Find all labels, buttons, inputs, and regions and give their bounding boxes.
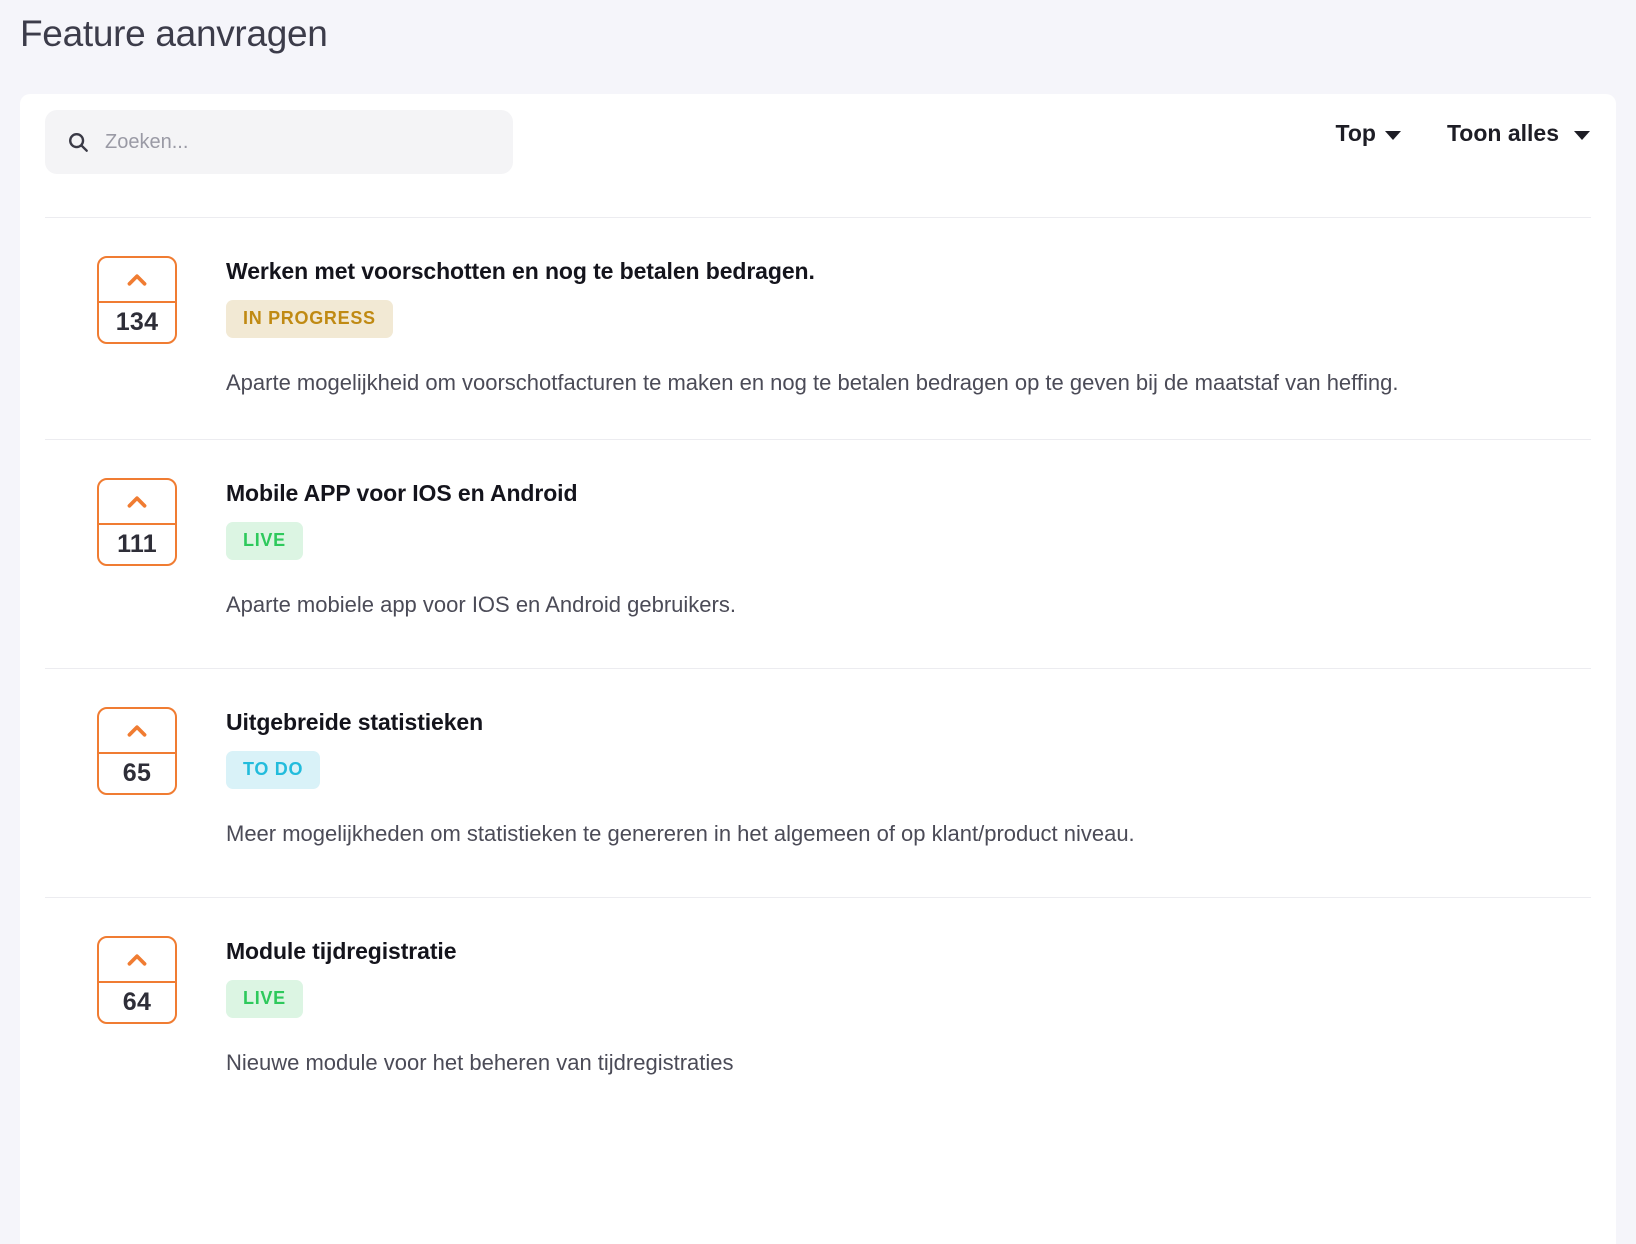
vote-button[interactable]: 64	[97, 936, 177, 1024]
feature-description: Nieuwe module voor het beheren van tijdr…	[226, 1050, 734, 1075]
caret-down-icon	[1574, 131, 1590, 140]
feature-requests-page: Feature aanvragen Top Toon al	[0, 0, 1636, 1244]
vote-button[interactable]: 134	[97, 256, 177, 344]
feature-row[interactable]: 111 Mobile APP voor IOS en Android LIVE …	[20, 440, 1616, 624]
status-badge: IN PROGRESS	[226, 300, 393, 338]
feature-requests-card: Top Toon alles 134 Wer	[20, 94, 1616, 1244]
feature-row[interactable]: 65 Uitgebreide statistieken TO DO Meer m…	[20, 669, 1616, 853]
filter-dropdown-label: Toon alles	[1446, 120, 1559, 146]
feature-description: Meer mogelijkheden om statistieken te ge…	[226, 821, 1135, 846]
status-badge: LIVE	[226, 522, 303, 560]
vote-count: 65	[122, 759, 152, 787]
vote-count: 111	[117, 530, 157, 558]
feature-title[interactable]: Module tijdregistratie	[226, 936, 1591, 966]
toolbar-controls: Top Toon alles	[1336, 120, 1590, 147]
feature-row[interactable]: 64 Module tijdregistratie LIVE Nieuwe mo…	[20, 898, 1616, 1082]
vote-button[interactable]: 65	[97, 707, 177, 795]
sort-dropdown[interactable]: Top	[1336, 120, 1401, 147]
status-badge: LIVE	[226, 980, 303, 1018]
feature-row[interactable]: 134 Werken met voorschotten en nog te be…	[20, 218, 1616, 402]
page-title: Feature aanvragen	[20, 13, 328, 54]
feature-description: Aparte mogelijkheid om voorschotfacturen…	[226, 370, 1399, 395]
chevron-up-icon[interactable]	[99, 709, 175, 754]
vote-count: 134	[115, 308, 159, 336]
vote-count: 64	[122, 988, 152, 1016]
caret-down-icon	[1384, 131, 1401, 140]
toolbar: Top Toon alles	[20, 94, 1616, 217]
feature-title[interactable]: Werken met voorschotten en nog te betale…	[226, 256, 1591, 286]
feature-title[interactable]: Mobile APP voor IOS en Android	[226, 478, 1591, 508]
search-input[interactable]	[105, 110, 491, 174]
feature-title[interactable]: Uitgebreide statistieken	[226, 707, 1591, 737]
feature-body: Mobile APP voor IOS en Android LIVE Apar…	[226, 476, 1591, 624]
sort-dropdown-label: Top	[1335, 120, 1376, 146]
status-badge: TO DO	[226, 751, 321, 789]
feature-body: Module tijdregistratie LIVE Nieuwe modul…	[226, 934, 1591, 1082]
chevron-up-icon[interactable]	[99, 480, 175, 525]
feature-body: Uitgebreide statistieken TO DO Meer moge…	[226, 705, 1591, 853]
chevron-up-icon[interactable]	[99, 258, 175, 303]
chevron-up-icon[interactable]	[99, 938, 175, 983]
vote-button[interactable]: 111	[97, 478, 177, 566]
filter-dropdown[interactable]: Toon alles	[1447, 120, 1590, 147]
feature-description: Aparte mobiele app voor IOS en Android g…	[226, 592, 736, 617]
feature-body: Werken met voorschotten en nog te betale…	[226, 254, 1591, 402]
search-box[interactable]	[45, 110, 513, 174]
search-icon	[67, 131, 89, 153]
